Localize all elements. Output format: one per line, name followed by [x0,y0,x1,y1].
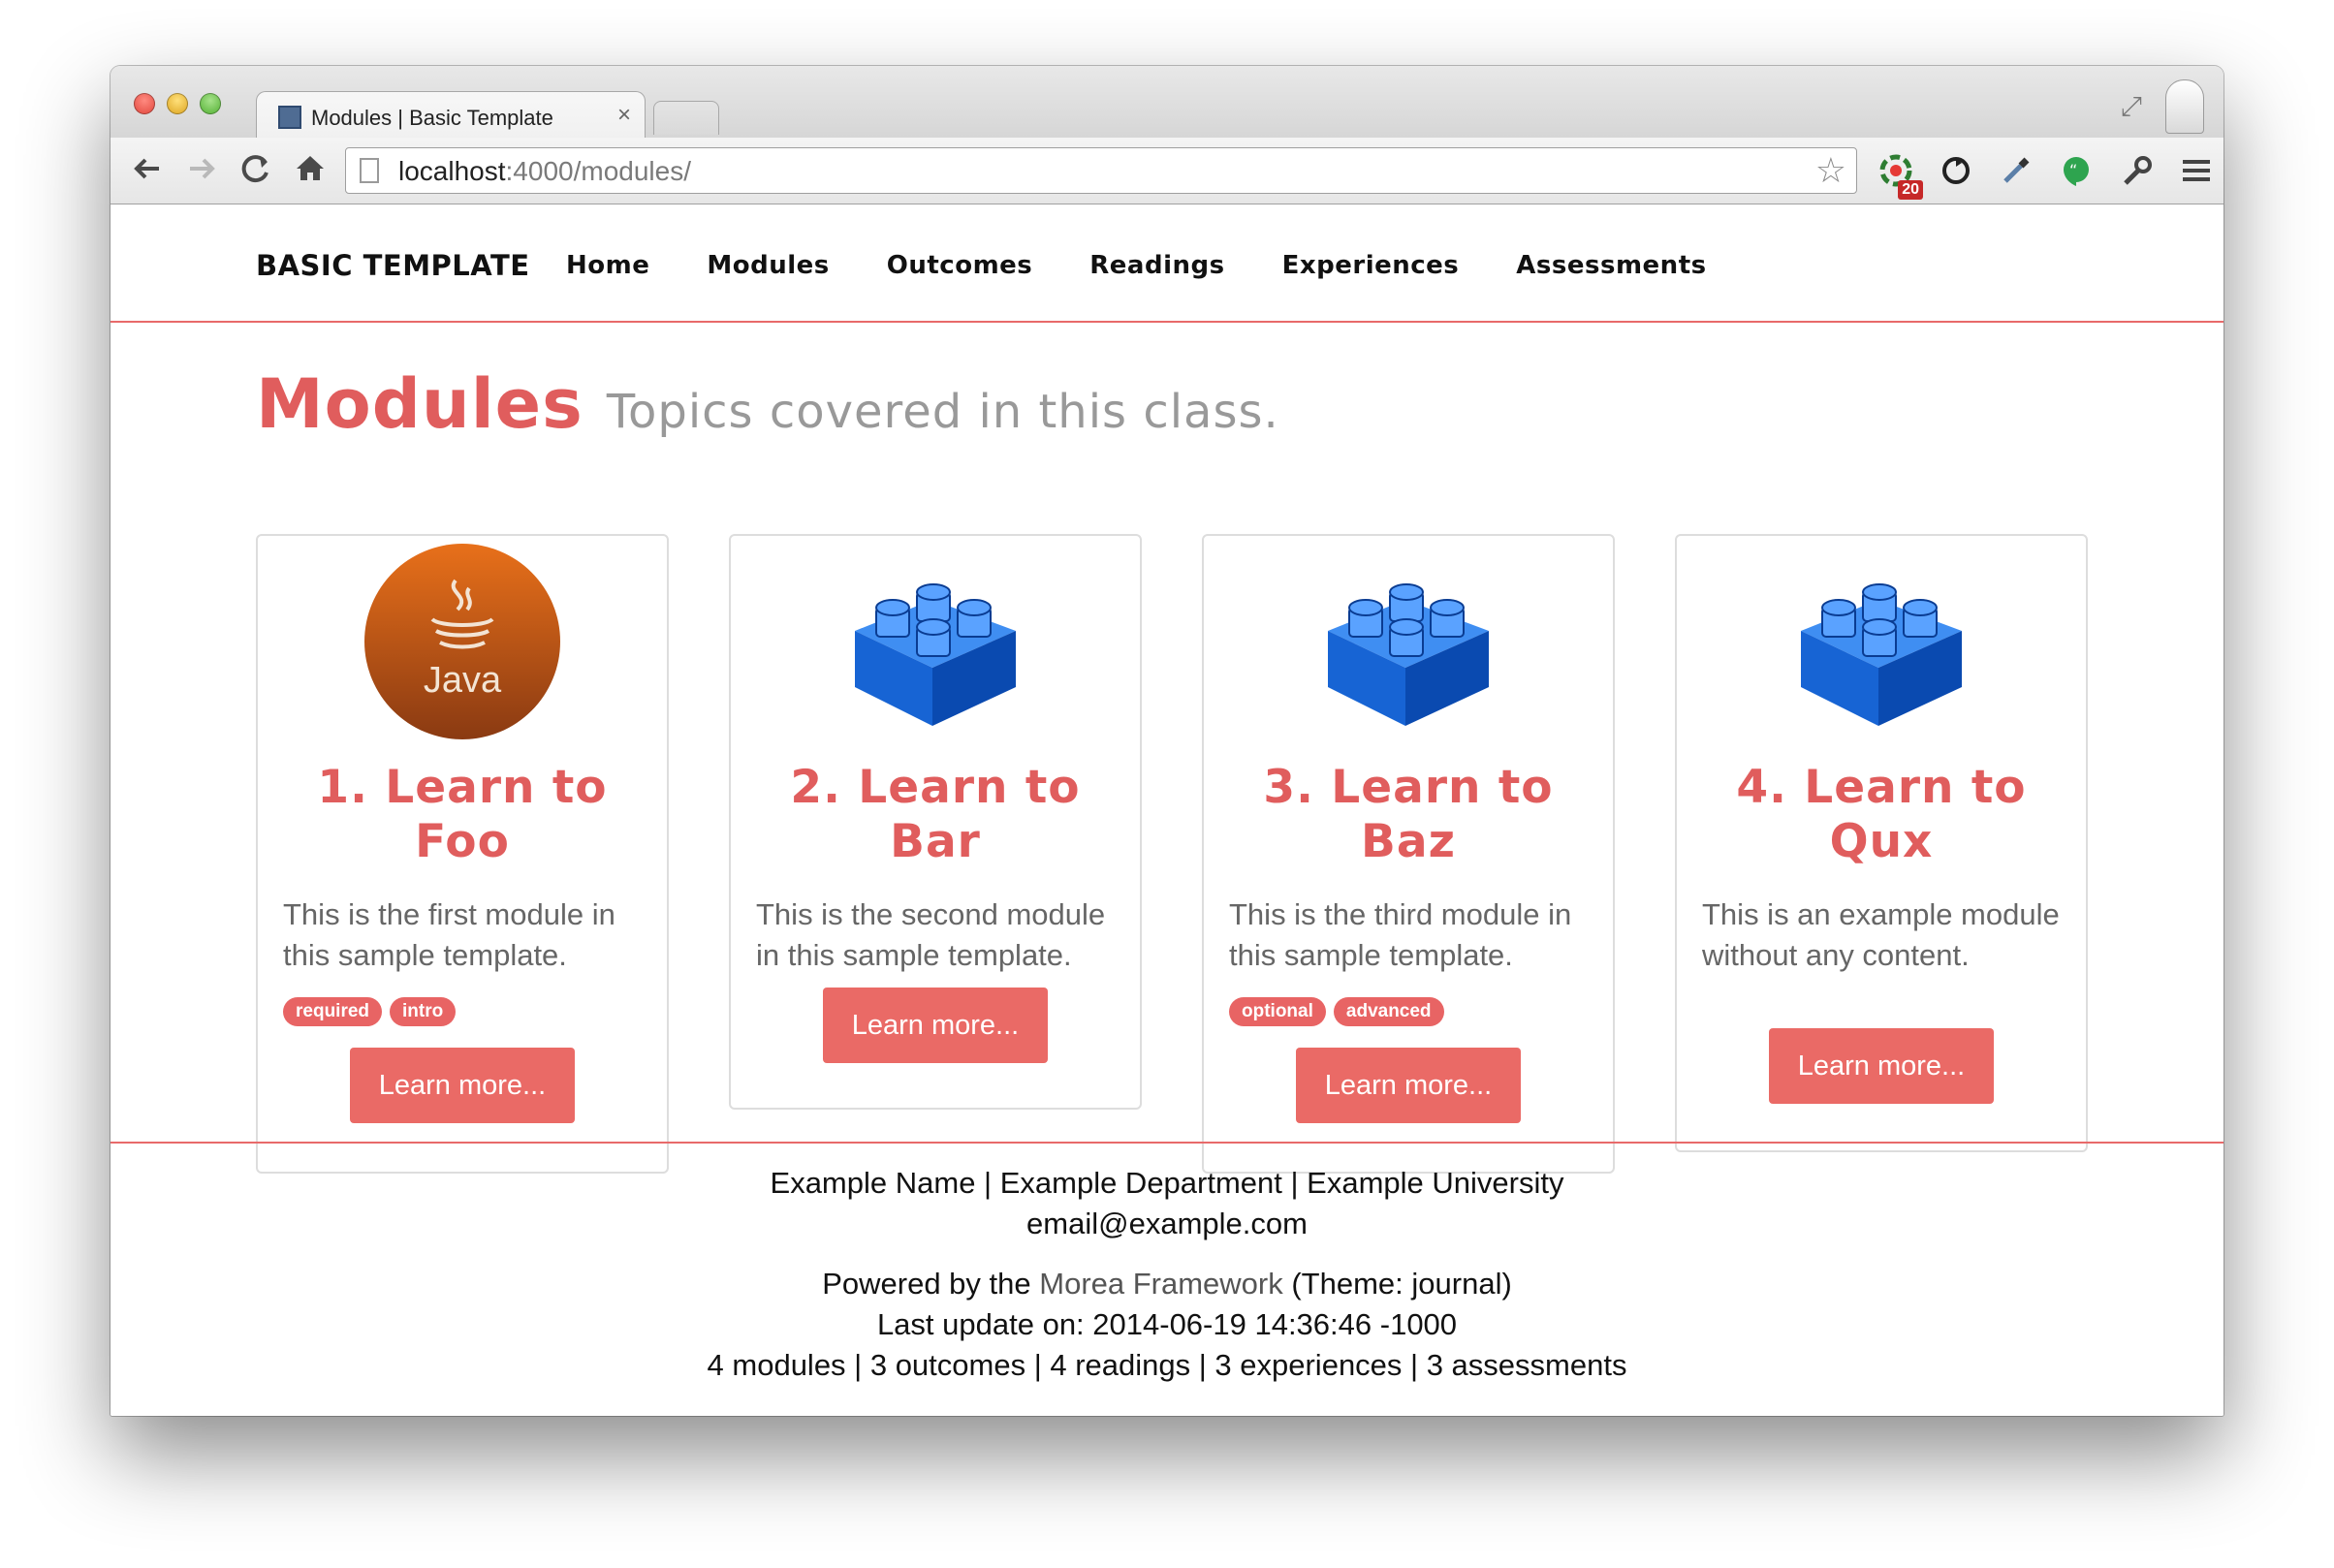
module-title[interactable]: 1. Learn to Foo [258,761,667,869]
extension-grid-icon[interactable]: 20 [1877,151,1923,200]
learn-more-button[interactable]: Learn more... [1296,1048,1521,1123]
label-badge[interactable]: intro [390,997,457,1026]
footer-stats: 4 modules | 3 outcomes | 4 readings | 3 … [707,1348,1627,1382]
web-page: BASIC TEMPLATE Home Modules Outcomes Rea… [110,204,2224,1416]
wrench-icon[interactable] [2117,151,2156,190]
blue-lego-block-icon [1801,583,1962,726]
svg-text:Java: Java [424,660,502,701]
window-controls [134,93,221,114]
module-description: This is the first module in this sample … [283,897,615,972]
nav-experiences[interactable]: Experiences [1282,251,1460,280]
module-card: 4. Learn to Qux This is an example modul… [1675,534,2088,1152]
page-icon [360,158,379,183]
learn-more-button[interactable]: Learn more... [1769,1028,1994,1104]
morea-framework-link[interactable]: Morea Framework [1039,1267,1283,1301]
page-heading: Modules Topics covered in this class. [256,364,1279,444]
back-arrow-icon[interactable] [128,149,167,188]
module-description: This is the third module in this sample … [1229,897,1572,972]
profile-avatar-icon[interactable] [2165,79,2204,134]
module-title[interactable]: 4. Learn to Qux [1677,761,2086,869]
site-footer: Example Name | Example Department | Exam… [110,1142,2224,1416]
nav-modules[interactable]: Modules [707,251,829,280]
svg-text:“: “ [2069,161,2077,179]
eyedropper-icon[interactable] [1997,151,2035,190]
minimize-window-button[interactable] [167,93,188,114]
extension-badge: 20 [1898,180,1923,200]
module-card: Java 1. Learn to Foo This is the first m… [256,534,669,1174]
blue-lego-block-icon [855,583,1016,726]
zoom-window-button[interactable] [200,93,221,114]
label-badge[interactable]: required [283,997,383,1026]
blue-lego-block-icon [1328,583,1489,726]
module-card: 2. Learn to Bar This is the second modul… [729,534,1142,1110]
java-logo-icon: Java [364,544,560,739]
home-icon[interactable] [291,149,330,188]
learn-more-button[interactable]: Learn more... [350,1048,575,1123]
sync-icon[interactable] [1937,151,1975,190]
hangouts-icon[interactable]: “ [2057,151,2096,190]
forward-arrow-icon[interactable] [182,149,221,188]
close-tab-icon[interactable]: × [617,102,631,129]
module-title[interactable]: 2. Learn to Bar [731,761,1140,869]
fullscreen-icon[interactable]: ⤢ [2121,91,2142,123]
label-badge[interactable]: advanced [1333,997,1444,1026]
nav-home[interactable]: Home [566,251,649,280]
module-description: This is an example module without any co… [1702,897,2060,972]
module-card: 3. Learn to Baz This is the third module… [1202,534,1615,1174]
close-window-button[interactable] [134,93,155,114]
title-bar: Modules | Basic Template × ⤢ [110,66,2224,141]
favicon-icon [278,106,301,129]
browser-window: Modules | Basic Template × ⤢ localhost:4… [110,66,2224,1416]
nav-assessments[interactable]: Assessments [1516,251,1706,280]
reload-icon[interactable] [237,149,275,188]
nav-readings[interactable]: Readings [1089,251,1224,280]
page-title: Modules [256,364,584,444]
site-brand[interactable]: BASIC TEMPLATE [256,249,530,282]
nav-outcomes[interactable]: Outcomes [887,251,1033,280]
footer-email: email@example.com [1026,1207,1308,1240]
menu-icon[interactable] [2177,151,2216,190]
site-navbar: BASIC TEMPLATE Home Modules Outcomes Rea… [110,204,2224,323]
browser-tab[interactable]: Modules | Basic Template × [256,91,646,141]
tab-title: Modules | Basic Template [311,106,553,130]
footer-powered-by: Powered by the Morea Framework (Theme: j… [822,1267,1512,1301]
footer-last-update: Last update on: 2014-06-19 14:36:46 -100… [876,1307,1458,1341]
footer-contact: Example Name | Example Department | Exam… [770,1166,1564,1200]
url-text: localhost:4000/modules/ [398,156,691,186]
new-tab-button[interactable] [653,101,719,135]
module-title[interactable]: 3. Learn to Baz [1204,761,1613,869]
module-description: This is the second module in this sample… [756,897,1106,972]
label-badge[interactable]: optional [1229,997,1326,1026]
page-subtitle: Topics covered in this class. [606,385,1279,439]
bookmark-star-icon[interactable]: ☆ [1815,150,1846,191]
address-bar[interactable]: localhost:4000/modules/ ☆ [345,147,1857,194]
browser-toolbar: localhost:4000/modules/ ☆ 20 “ [110,138,2224,204]
learn-more-button[interactable]: Learn more... [823,988,1048,1063]
